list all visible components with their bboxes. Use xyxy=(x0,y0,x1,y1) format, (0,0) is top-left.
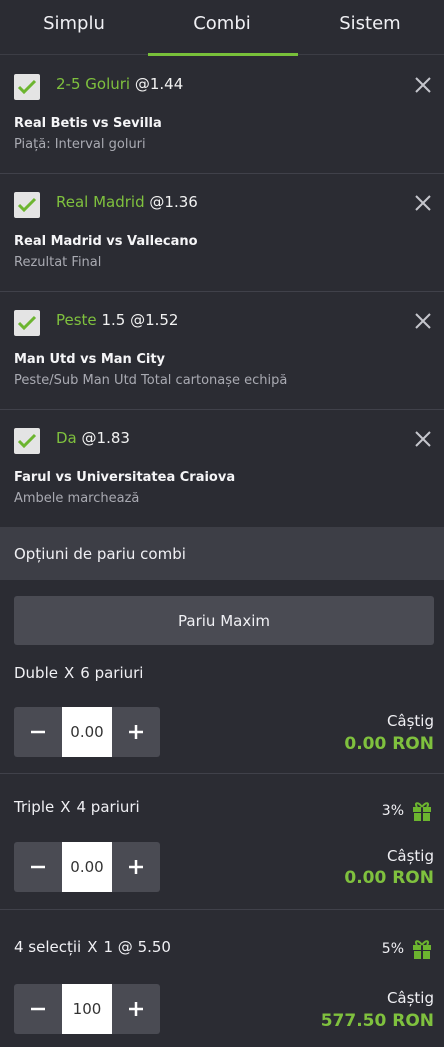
combo-count: 1 @ 5.50 xyxy=(103,938,171,956)
check-icon xyxy=(17,197,37,213)
combo-multiplier: X xyxy=(87,938,98,956)
gift-icon xyxy=(413,940,431,959)
close-icon[interactable] xyxy=(412,74,434,96)
close-icon[interactable] xyxy=(412,428,434,450)
bonus-badge: 3% xyxy=(382,800,432,822)
win-value: 0.00 RON xyxy=(344,734,434,754)
decrease-button[interactable] xyxy=(14,707,62,757)
selection-checkbox[interactable] xyxy=(14,428,40,454)
tab-simplu[interactable]: Simplu xyxy=(0,0,148,55)
minus-icon xyxy=(31,730,45,734)
minus-icon xyxy=(31,865,45,869)
win-label: Câștig xyxy=(386,712,434,730)
bet-item: Peste 1.5 @1.52 Man Utd vs Man City Pest… xyxy=(0,292,444,410)
plus-icon xyxy=(129,725,143,739)
stake-stepper: 0.00 xyxy=(14,707,164,757)
check-icon xyxy=(17,79,37,95)
win-value: 577.50 RON xyxy=(320,1011,434,1031)
plus-icon xyxy=(129,1002,143,1016)
match-name: Man Utd vs Man City xyxy=(14,352,166,367)
gift-icon xyxy=(413,802,431,821)
selection-pick: Real Madrid xyxy=(56,193,145,211)
divider xyxy=(0,909,444,910)
close-icon[interactable] xyxy=(412,310,434,332)
decrease-button[interactable] xyxy=(14,984,62,1034)
match-name: Real Madrid vs Vallecano xyxy=(14,234,198,249)
win-label: Câștig xyxy=(386,847,434,865)
combo-name: Duble xyxy=(14,664,58,682)
selection-line: Peste 1.5 @1.52 xyxy=(56,311,178,329)
market-name: Peste/Sub Man Utd Total cartonașe echipă xyxy=(14,373,288,388)
stake-input[interactable]: 0.00 xyxy=(62,707,112,757)
decrease-button[interactable] xyxy=(14,842,62,892)
selection-checkbox[interactable] xyxy=(14,192,40,218)
market-name: Piață: Interval goluri xyxy=(14,137,146,152)
selection-line: Da @1.83 xyxy=(56,429,130,447)
combo-count: 4 pariuri xyxy=(76,798,140,816)
match-name: Farul vs Universitatea Craiova xyxy=(14,470,236,485)
win-value: 0.00 RON xyxy=(344,868,434,888)
increase-button[interactable] xyxy=(112,707,160,757)
selection-pick: Peste xyxy=(56,311,97,329)
bonus-percent: 3% xyxy=(381,803,404,819)
bet-item: Da @1.83 Farul vs Universitatea Craiova … xyxy=(0,410,444,528)
tab-sistem[interactable]: Sistem xyxy=(296,0,444,55)
check-icon xyxy=(17,315,37,331)
selection-line: 2-5 Goluri @1.44 xyxy=(56,75,183,93)
plus-icon xyxy=(129,860,143,874)
selection-odds: @1.83 xyxy=(81,429,130,447)
selection-odds: @1.36 xyxy=(149,193,198,211)
bonus-badge: 5% xyxy=(382,938,432,960)
max-bet-button[interactable]: Pariu Maxim xyxy=(14,596,434,645)
combo-name: 4 selecții xyxy=(14,938,82,956)
stake-stepper: 0.00 xyxy=(14,842,164,892)
market-name: Ambele marchează xyxy=(14,491,140,506)
stake-input[interactable]: 100 xyxy=(62,984,112,1034)
close-icon[interactable] xyxy=(412,192,434,214)
combo-title: 4 selecții X 1 @ 5.50 xyxy=(14,938,171,956)
bet-item: Real Madrid @1.36 Real Madrid vs Valleca… xyxy=(0,174,444,292)
selection-odds: @1.44 xyxy=(134,75,184,93)
match-name: Real Betis vs Sevilla xyxy=(14,116,162,131)
win-label: Câștig xyxy=(386,989,434,1007)
market-name: Rezultat Final xyxy=(14,255,102,270)
selection-checkbox[interactable] xyxy=(14,74,40,100)
bet-item: 2-5 Goluri @1.44 Real Betis vs Sevilla P… xyxy=(0,56,444,174)
increase-button[interactable] xyxy=(112,842,160,892)
divider xyxy=(0,773,444,774)
stake-input[interactable]: 0.00 xyxy=(62,842,112,892)
bet-type-tabs: Simplu Combi Sistem xyxy=(0,0,444,56)
combo-multiplier: X xyxy=(60,798,71,816)
bonus-percent: 5% xyxy=(381,941,404,957)
stake-stepper: 100 xyxy=(14,984,164,1034)
combo-multiplier: X xyxy=(63,664,75,682)
tab-combi[interactable]: Combi xyxy=(148,0,298,56)
combi-options-header[interactable]: Opțiuni de pariu combi xyxy=(0,527,444,580)
selection-pick: Da xyxy=(56,429,77,447)
combo-name: Triple xyxy=(14,798,55,816)
selection-odds: 1.5 @1.52 xyxy=(101,311,179,329)
increase-button[interactable] xyxy=(112,984,160,1034)
combo-title: Triple X 4 pariuri xyxy=(14,798,140,816)
selection-line: Real Madrid @1.36 xyxy=(56,193,198,211)
combo-title: Duble X 6 pariuri xyxy=(14,664,143,682)
check-icon xyxy=(17,433,37,449)
combo-count: 6 pariuri xyxy=(80,664,144,682)
selection-checkbox[interactable] xyxy=(14,310,40,336)
minus-icon xyxy=(31,1007,45,1011)
selection-pick: 2-5 Goluri xyxy=(56,75,131,93)
